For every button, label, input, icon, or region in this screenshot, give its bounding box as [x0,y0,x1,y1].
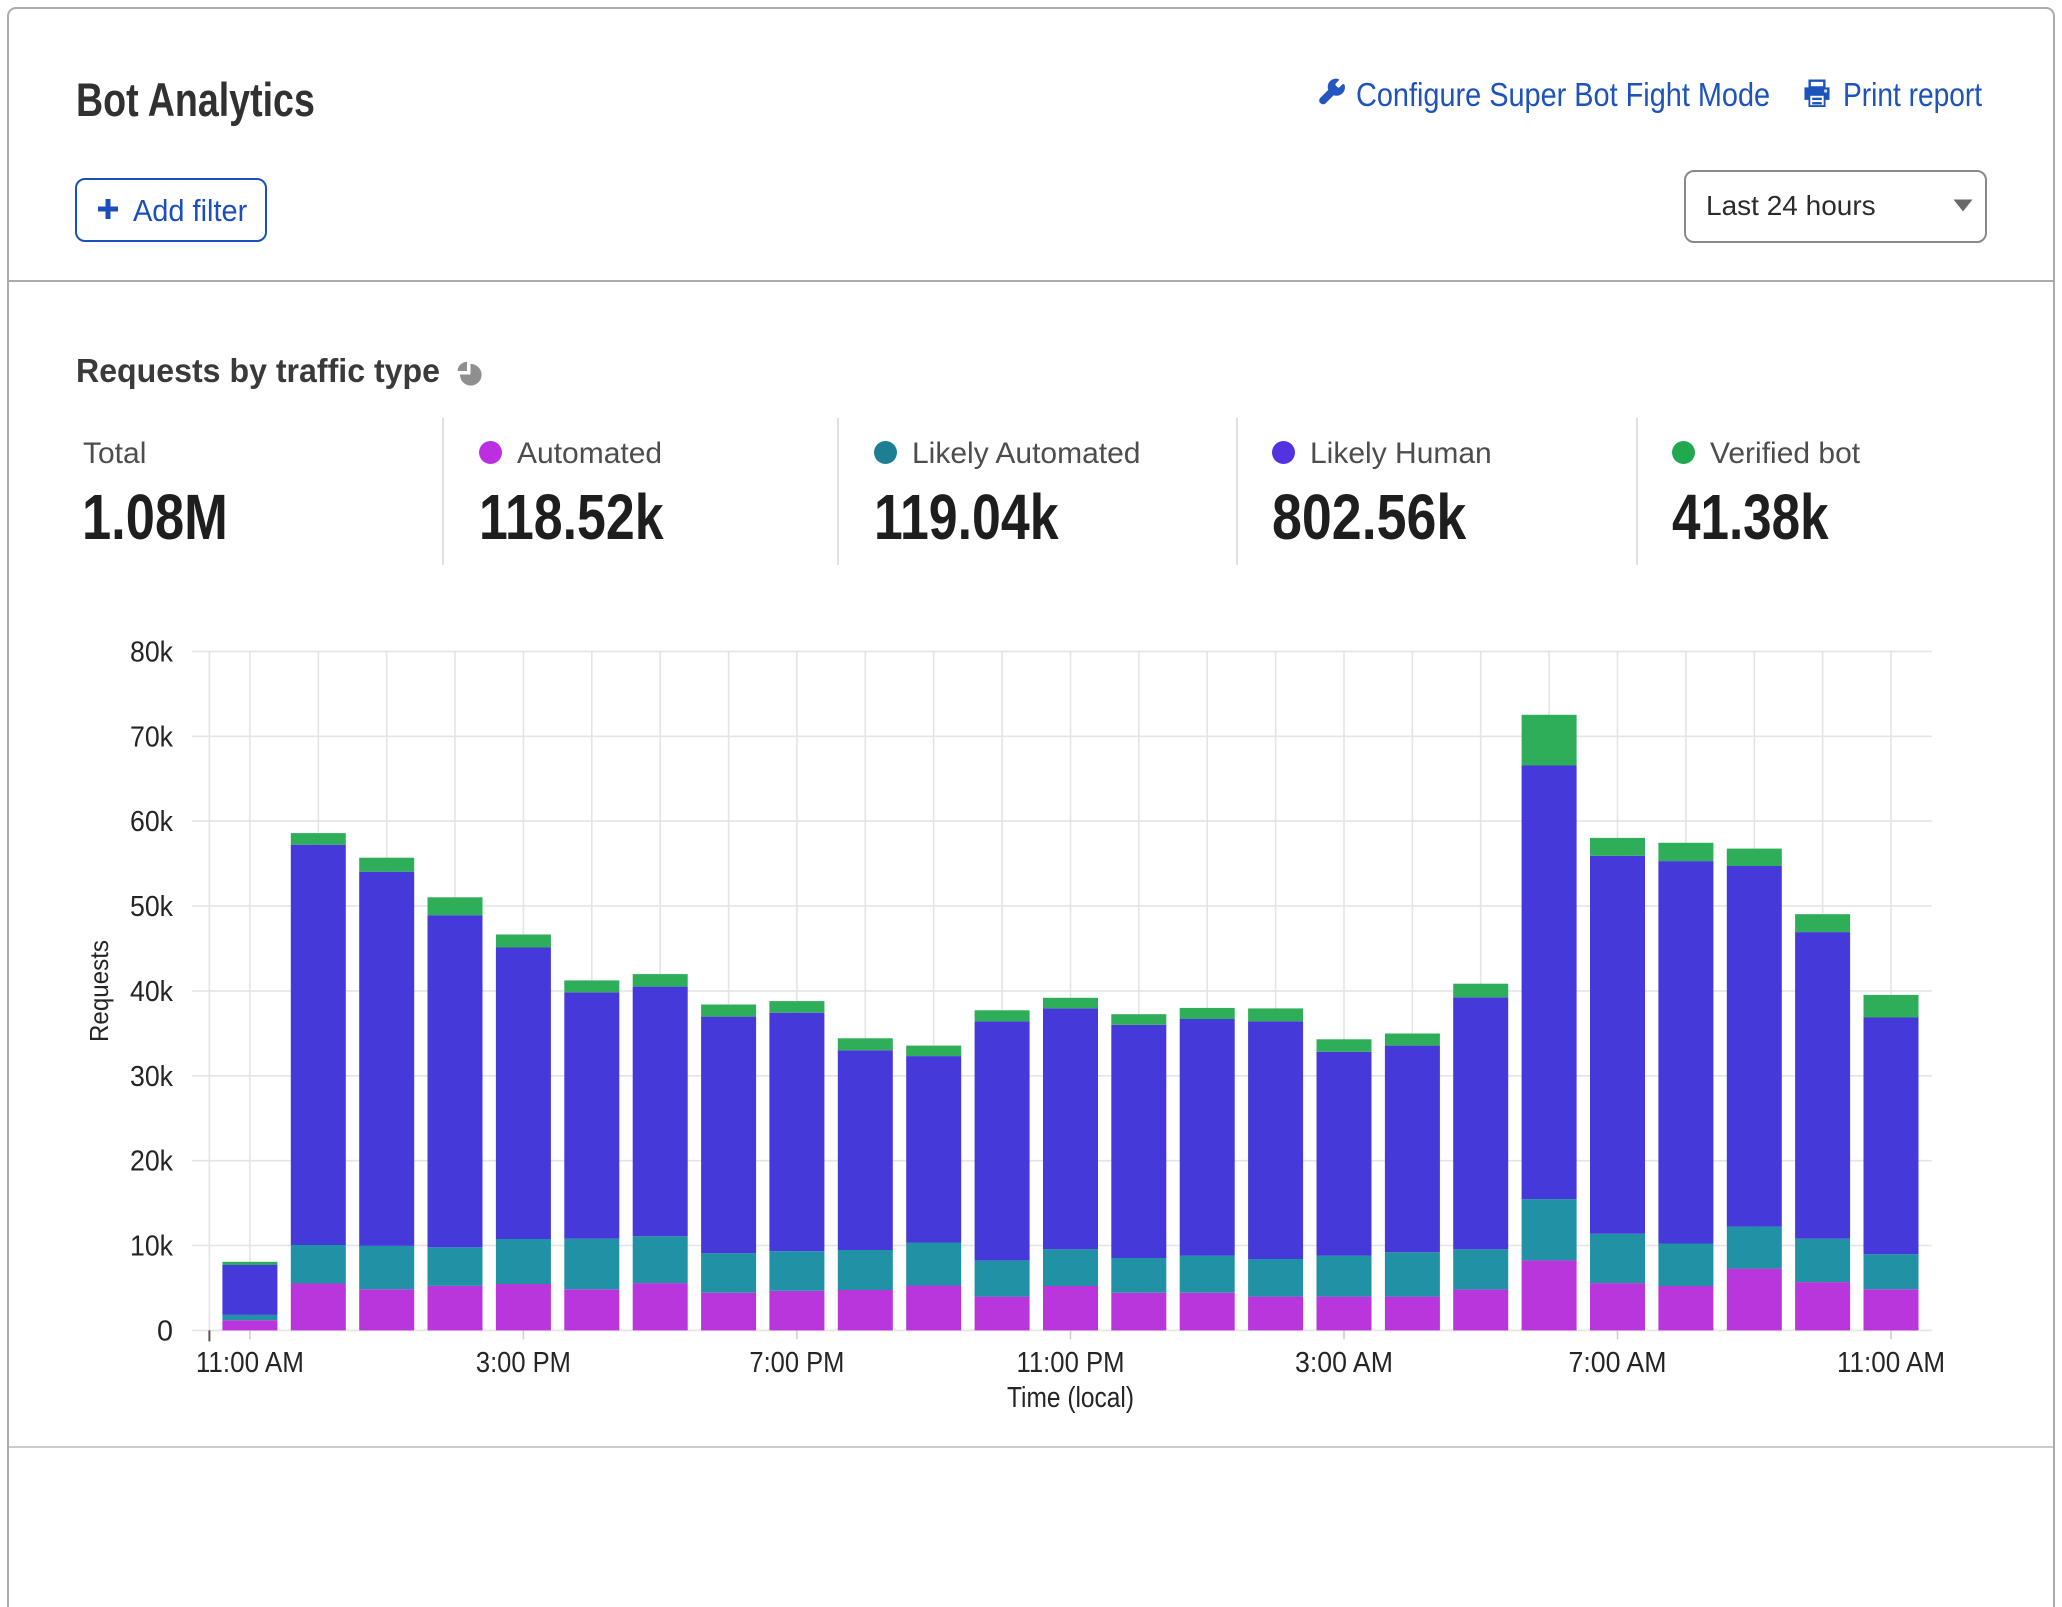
svg-text:80k: 80k [130,636,173,668]
svg-text:11:00 PM: 11:00 PM [1017,1347,1125,1379]
svg-text:11:00 AM: 11:00 AM [1837,1347,1945,1379]
svg-text:7:00 PM: 7:00 PM [749,1347,844,1379]
svg-text:50k: 50k [130,891,173,923]
svg-text:0: 0 [157,1315,173,1347]
svg-text:Time (local): Time (local) [1007,1382,1134,1414]
svg-text:60k: 60k [130,806,173,838]
svg-text:40k: 40k [130,976,173,1008]
svg-text:70k: 70k [130,721,173,753]
svg-text:Requests: Requests [84,940,114,1042]
svg-text:3:00 PM: 3:00 PM [476,1347,571,1379]
svg-text:30k: 30k [130,1061,173,1093]
svg-text:3:00 AM: 3:00 AM [1295,1347,1393,1379]
svg-text:10k: 10k [130,1231,173,1263]
svg-text:11:00 AM: 11:00 AM [196,1347,304,1379]
svg-text:7:00 AM: 7:00 AM [1569,1347,1667,1379]
svg-text:20k: 20k [130,1146,173,1178]
